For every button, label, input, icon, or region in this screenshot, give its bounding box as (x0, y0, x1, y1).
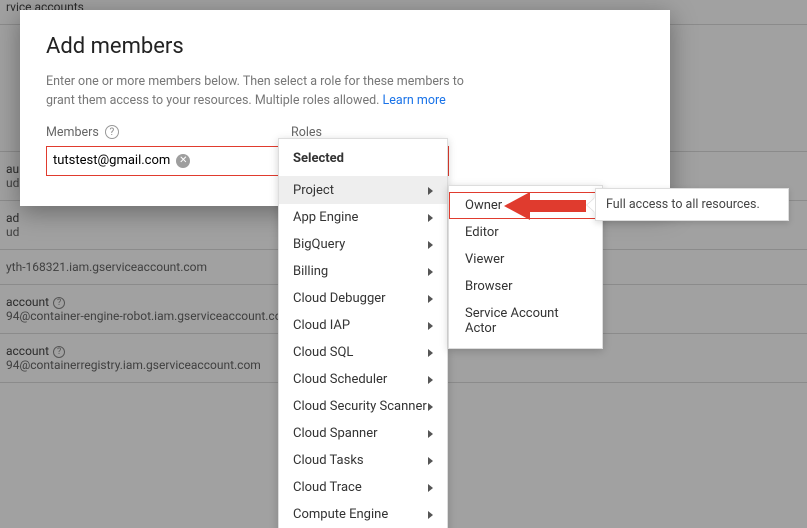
menu-item-bigquery[interactable]: BigQuery (279, 231, 447, 258)
menu-item-label: Cloud Spanner (293, 426, 378, 441)
chevron-right-icon (428, 349, 433, 357)
menu-section-label: Selected (279, 139, 447, 176)
menu-item-label: Compute Engine (293, 507, 388, 522)
tooltip-caret-icon (587, 198, 595, 212)
dialog-title: Add members (46, 34, 644, 59)
submenu-item-service-account-actor[interactable]: Service Account Actor (449, 300, 602, 342)
menu-item-cloud-trace[interactable]: Cloud Trace (279, 474, 447, 501)
menu-item-label: Cloud IAP (293, 318, 350, 333)
learn-more-link[interactable]: Learn more (383, 93, 446, 108)
menu-item-label: Billing (293, 264, 328, 279)
role-description-tooltip: Full access to all resources. (587, 188, 789, 221)
members-label: Members (46, 125, 99, 140)
menu-item-label: Cloud Trace (293, 480, 362, 495)
menu-item-label: Cloud Scheduler (293, 372, 387, 387)
menu-item-cloud-iap[interactable]: Cloud IAP (279, 312, 447, 339)
project-roles-submenu: Owner Editor Viewer Browser Service Acco… (448, 185, 603, 349)
chevron-right-icon (428, 241, 433, 249)
role-category-menu: Selected Project App Engine BigQuery Bil… (278, 138, 448, 528)
chevron-right-icon (428, 484, 433, 492)
submenu-item-viewer[interactable]: Viewer (449, 246, 602, 273)
menu-item-app-engine[interactable]: App Engine (279, 204, 447, 231)
chevron-right-icon (428, 457, 433, 465)
chevron-right-icon (428, 430, 433, 438)
chevron-right-icon (428, 295, 433, 303)
menu-item-label: App Engine (293, 210, 358, 225)
tooltip-text: Full access to all resources. (595, 188, 789, 221)
submenu-item-browser[interactable]: Browser (449, 273, 602, 300)
chevron-right-icon (428, 322, 433, 330)
member-chip-text: tutstest@gmail.com (53, 153, 170, 168)
menu-item-cloud-debugger[interactable]: Cloud Debugger (279, 285, 447, 312)
menu-item-label: BigQuery (293, 237, 345, 252)
dialog-subtitle: Enter one or more members below. Then se… (46, 73, 476, 111)
help-icon[interactable]: ? (105, 125, 119, 139)
menu-item-cloud-security-scanner[interactable]: Cloud Security Scanner (279, 393, 447, 420)
chevron-right-icon (428, 511, 433, 519)
chevron-right-icon (428, 376, 433, 384)
chevron-right-icon (428, 403, 433, 411)
menu-item-cloud-sql[interactable]: Cloud SQL (279, 339, 447, 366)
menu-item-label: Cloud Tasks (293, 453, 364, 468)
menu-item-cloud-spanner[interactable]: Cloud Spanner (279, 420, 447, 447)
menu-item-cloud-scheduler[interactable]: Cloud Scheduler (279, 366, 447, 393)
menu-item-label: Project (293, 183, 334, 198)
menu-item-label: Cloud SQL (293, 345, 353, 360)
menu-item-label: Cloud Security Scanner (293, 399, 427, 414)
remove-member-icon[interactable]: ✕ (176, 154, 190, 168)
menu-item-project[interactable]: Project (279, 177, 447, 204)
chevron-right-icon (428, 268, 433, 276)
submenu-item-editor[interactable]: Editor (449, 219, 602, 246)
chevron-right-icon (428, 187, 433, 195)
menu-item-label: Cloud Debugger (293, 291, 386, 306)
menu-item-compute-engine[interactable]: Compute Engine (279, 501, 447, 528)
members-input[interactable]: tutstest@gmail.com ✕ (46, 146, 279, 176)
member-chip: tutstest@gmail.com ✕ (53, 153, 190, 168)
menu-item-cloud-tasks[interactable]: Cloud Tasks (279, 447, 447, 474)
chevron-right-icon (428, 214, 433, 222)
menu-item-billing[interactable]: Billing (279, 258, 447, 285)
submenu-item-owner[interactable]: Owner (449, 192, 602, 219)
